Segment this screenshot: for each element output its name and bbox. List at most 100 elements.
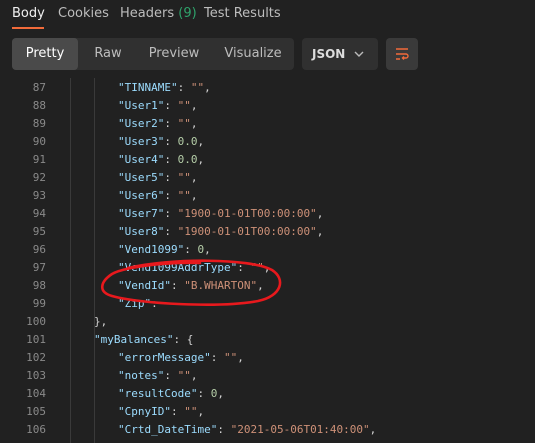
json-key: "User2" <box>118 117 165 130</box>
pretty-button[interactable]: Pretty <box>12 38 78 70</box>
line-number: 105 <box>26 405 46 418</box>
active-tab-indicator <box>12 27 44 29</box>
code-content: "User4": 0.0, <box>118 151 204 169</box>
code-content: "User5": "", <box>118 169 197 187</box>
code-line: 98 "VendId": "B.WHARTON", <box>0 277 535 295</box>
format-dropdown[interactable]: JSON <box>302 38 378 70</box>
json-key: "TINNAME" <box>118 81 178 94</box>
line-number: 102 <box>26 351 46 364</box>
code-content: "resultCode": 0, <box>118 385 224 403</box>
json-punctuation: : { <box>173 333 194 346</box>
code-line: 106 "Crtd_DateTime": "2021-05-06T01:40:00… <box>0 421 535 439</box>
code-content: "User8": "1900-01-01T00:00:00", <box>118 223 323 241</box>
code-content: "TINNAME": "", <box>118 79 211 97</box>
json-punctuation: , <box>316 207 324 220</box>
visualize-button[interactable]: Visualize <box>214 38 292 70</box>
line-number: 96 <box>32 243 46 256</box>
json-punctuation: , <box>263 261 271 274</box>
json-punctuation: , <box>197 135 205 148</box>
json-key: "User1" <box>118 99 165 112</box>
tab-body[interactable]: Body <box>12 6 45 21</box>
json-punctuation: : <box>164 225 178 238</box>
code-content: "VendId": "B.WHARTON", <box>118 277 264 295</box>
json-string: "B.WHARTON" <box>184 279 258 292</box>
line-number: 103 <box>26 369 46 382</box>
code-line: 88 "User1": "", <box>0 97 535 115</box>
json-punctuation: , <box>217 387 224 400</box>
json-punctuation: , <box>369 423 377 436</box>
json-punctuation: : <box>217 423 231 436</box>
json-key: "VendId" <box>118 279 171 292</box>
code-line: 93 "User6": "", <box>0 187 535 205</box>
json-punctuation: , <box>237 351 244 364</box>
response-body-editor[interactable]: 87 "TINNAME": "", 88 "User1": "", 89 "User2":… <box>0 78 535 443</box>
json-string: "" <box>177 171 191 184</box>
code-line: 100}, <box>0 313 535 331</box>
json-key: "User5" <box>118 171 165 184</box>
json-key: "User4" <box>118 153 165 166</box>
json-number: 0.0 <box>177 135 198 148</box>
json-string: "" <box>177 99 191 112</box>
code-content: "myBalances": { <box>94 331 193 349</box>
code-line: 97 "Vend1099AddrType": "", <box>0 259 535 277</box>
wrap-lines-icon <box>396 48 409 60</box>
json-punctuation: : <box>184 243 198 256</box>
json-punctuation: , <box>190 99 198 112</box>
json-punctuation: : <box>170 279 185 292</box>
code-content: "errorMessage": "", <box>118 349 244 367</box>
json-key: "errorMessage" <box>118 351 211 364</box>
json-string: "" <box>250 261 264 274</box>
wrap-lines-button[interactable] <box>386 38 418 70</box>
json-punctuation: , <box>316 225 324 238</box>
json-key: "notes" <box>118 369 165 382</box>
json-key: "Crtd_DateTime" <box>118 423 218 436</box>
tab-cookies[interactable]: Cookies <box>58 6 109 21</box>
json-number: 0.0 <box>177 153 198 166</box>
code-line: 89 "User2": "", <box>0 115 535 133</box>
preview-button[interactable]: Preview <box>138 38 210 70</box>
code-line: 101 "myBalances": { <box>0 331 535 349</box>
code-content: "User1": "", <box>118 97 197 115</box>
json-punctuation: : <box>164 189 178 202</box>
json-key: "User7" <box>118 207 165 220</box>
json-key: "User8" <box>118 225 165 238</box>
line-number: 87 <box>32 81 46 94</box>
json-punctuation: : <box>164 171 178 184</box>
json-punctuation: : <box>151 297 165 310</box>
json-punctuation: : <box>164 135 178 148</box>
json-punctuation: : <box>164 153 178 166</box>
code-line: 96 "Vend1099": 0, <box>0 241 535 259</box>
json-string: "1900-01-01T00:00:00" <box>177 207 317 220</box>
json-string: "2021-05-06T01:40:00" <box>230 423 370 436</box>
json-key: "myBalances" <box>94 333 174 346</box>
json-punctuation: : <box>210 351 224 364</box>
json-punctuation: , <box>190 189 198 202</box>
json-key: "Vend1099AddrType" <box>118 261 238 274</box>
json-key: "Zip" <box>118 297 152 310</box>
json-key: "Vend1099" <box>118 243 185 256</box>
code-line: 91 "User4": 0.0, <box>0 151 535 169</box>
json-punctuation: , <box>257 279 264 292</box>
line-number: 89 <box>32 117 46 130</box>
tab-test-results[interactable]: Test Results <box>204 6 281 21</box>
raw-button[interactable]: Raw <box>82 38 134 70</box>
line-number: 98 <box>32 279 46 292</box>
code-content: "Zip": <box>118 295 164 313</box>
code-content: "User3": 0.0, <box>118 133 204 151</box>
json-punctuation: : <box>164 207 178 220</box>
line-number: 92 <box>32 171 46 184</box>
json-punctuation: , <box>190 369 198 382</box>
json-punctuation: , <box>190 117 198 130</box>
code-content: "User7": "1900-01-01T00:00:00", <box>118 205 323 223</box>
json-string: "" <box>184 405 198 418</box>
json-string: "" <box>190 81 205 94</box>
code-content: "User2": "", <box>118 115 197 133</box>
line-number: 91 <box>32 153 46 166</box>
format-label: JSON <box>312 47 346 61</box>
tab-headers[interactable]: Headers (9) <box>120 6 197 21</box>
json-punctuation: , <box>197 405 205 418</box>
code-content: "Vend1099": 0, <box>118 241 211 259</box>
json-key: "User6" <box>118 189 165 202</box>
headers-count-badge: (9) <box>178 6 197 21</box>
code-content: "notes": "", <box>118 367 197 385</box>
